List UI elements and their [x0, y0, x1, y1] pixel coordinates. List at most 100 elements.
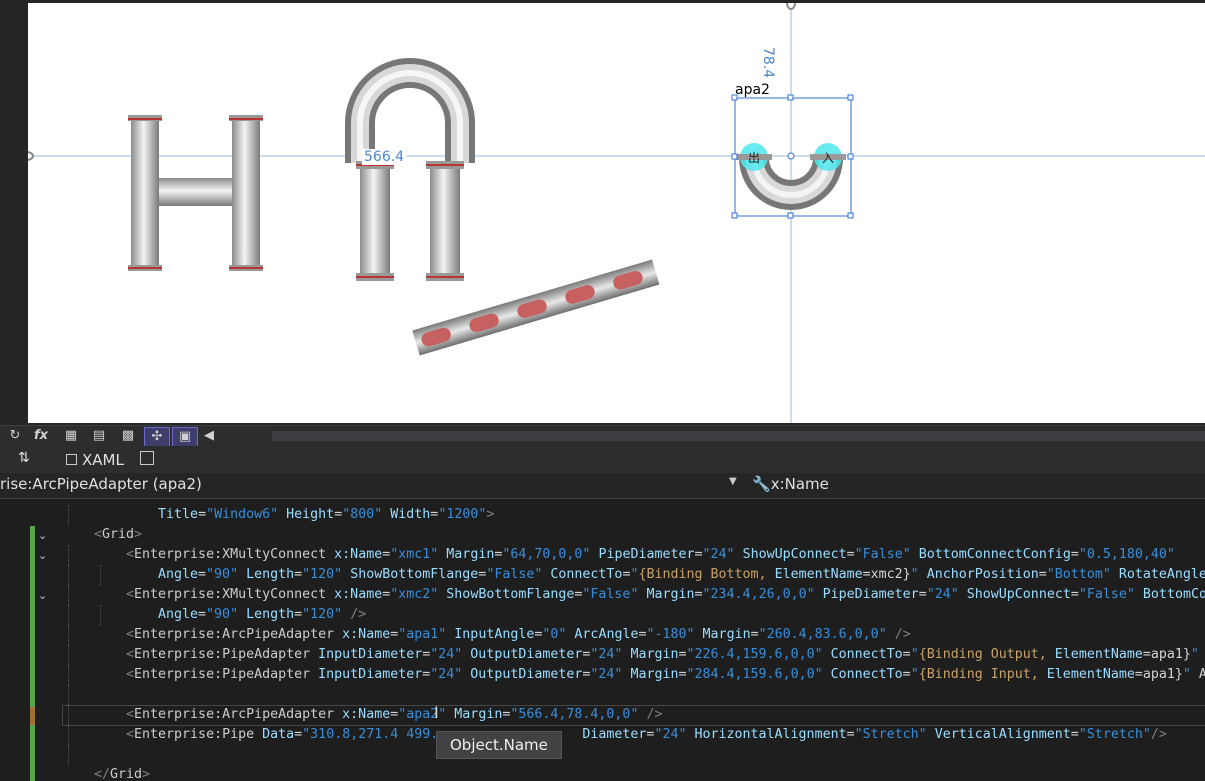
code-line[interactable]: <Enterprise:XMultyConnect x:Name="xmc1" … [126, 545, 1175, 565]
code-token: = [846, 547, 855, 562]
refresh-icon[interactable]: ↻ [6, 427, 24, 445]
code-token: < [126, 667, 135, 682]
code-token: Margin [630, 647, 679, 662]
code-token: "260.4,83.6,0,0" [758, 627, 887, 642]
fold-toggle-icon[interactable]: ⌄ [38, 549, 47, 562]
code-token: < [126, 587, 135, 602]
code-token: ShowUpConnect [742, 547, 847, 562]
output-label: 出 [748, 151, 760, 165]
horizontal-scrollbar[interactable] [272, 431, 1205, 441]
code-token: Diameter [582, 727, 647, 742]
chevron-down-icon[interactable]: ▼ [729, 476, 737, 487]
code-token: "-180" [646, 627, 695, 642]
wrench-icon: 🔧 [752, 475, 771, 493]
code-token: "120" [302, 607, 343, 622]
snap-lines-icon[interactable]: ✣ [144, 427, 170, 447]
code-token: RotateAngle [1118, 567, 1205, 582]
design-canvas[interactable]: 出 入 566.4 78.4 apa2 [28, 3, 1205, 423]
code-token: ElementName [1054, 647, 1143, 662]
artboard-icon[interactable]: ▣ [172, 427, 198, 447]
scroll-left-icon[interactable]: ◀ [202, 427, 216, 445]
code-token: Enterprise:XMultyConnect [134, 547, 327, 562]
designer-toolbar: ↻ fx ▦ ▤ ▩ ✣ ▣ ◀ [0, 425, 1205, 447]
code-line[interactable]: Title="Window6" Height="800" Width="1200… [126, 505, 494, 525]
code-token: Enterprise:ArcPipeAdapter [134, 627, 335, 642]
code-token: Enterprise:XMultyConnect [134, 587, 327, 602]
code-line[interactable]: Angle="90" Length="120" ShowBottomFlange… [158, 565, 1205, 585]
fx-icon[interactable]: fx [30, 427, 52, 445]
code-token: {Binding Bottom, [638, 567, 775, 582]
code-token: "24" [590, 667, 623, 682]
selected-element-name: apa2 [735, 82, 770, 98]
code-token: Length [246, 567, 295, 582]
code-token: AnchorPosition [926, 567, 1039, 582]
grid-snap-icon[interactable]: ▤ [88, 427, 110, 445]
indent-guide [68, 565, 69, 585]
code-token: "800" [342, 507, 383, 522]
grid-icon[interactable]: ▦ [60, 427, 82, 445]
code-token: HorizontalAlignment [694, 727, 847, 742]
code-token: =apa1} [1142, 647, 1191, 662]
code-token: "apa2" [398, 707, 447, 722]
code-token: = [294, 607, 303, 622]
code-token: BottomCo [1142, 587, 1205, 602]
code-line[interactable]: <Enterprise:PipeAdapter InputDiameter="2… [126, 645, 1199, 665]
code-token: "226.4,159.6,0,0" [686, 647, 823, 662]
code-line[interactable]: <Enterprise:XMultyConnect x:Name="xmc2" … [126, 585, 1205, 605]
tab-xaml[interactable]: XAML [60, 446, 130, 473]
fold-toggle-icon[interactable]: ⌄ [38, 529, 47, 542]
popout-icon[interactable] [140, 451, 154, 465]
code-token: ElementName [1046, 667, 1135, 682]
code-token: "Stretch" [854, 727, 927, 742]
xmulty-connect-xmc1 [128, 115, 263, 271]
checker-icon[interactable]: ▩ [117, 427, 139, 445]
code-token: "Window6" [206, 507, 279, 522]
code-line[interactable]: <Grid> [94, 525, 142, 545]
indent-guide [68, 745, 69, 765]
code-token: = [902, 647, 911, 662]
code-line[interactable]: <Enterprise:ArcPipeAdapter x:Name = "apa1"… [126, 625, 911, 645]
code-token: "566.4,78.4,0,0" [510, 707, 639, 722]
code-token: "False" [854, 547, 911, 562]
code-token: ConnectTo [830, 667, 903, 682]
code-token: "90" [206, 567, 239, 582]
code-line[interactable]: </Grid> [94, 765, 150, 781]
xaml-code-editor[interactable]: ⌄ ⌄ ⌄ Title="Window6" Height="800" Width… [0, 499, 1205, 781]
property-selector-label: x:Name [770, 475, 829, 493]
code-token: =apa1} [1134, 667, 1183, 682]
code-token: < [126, 727, 135, 742]
canvas-graphics: 出 入 [28, 3, 1205, 423]
type-selector[interactable]: rise:ArcPipeAdapter (apa2) [0, 475, 202, 493]
text-cursor-icon: I [434, 703, 439, 722]
fold-toggle-icon[interactable]: ⌄ [38, 589, 47, 602]
property-selector[interactable]: 🔧x:Name [752, 475, 829, 493]
code-line[interactable]: <Enterprise:ArcPipeAdapter x:Name="apa2"… [126, 705, 662, 725]
code-token: " [910, 647, 919, 662]
code-token: InputDiameter [318, 667, 423, 682]
indent-guide [68, 725, 69, 745]
code-token: Grid [110, 767, 143, 781]
code-token: A [1198, 667, 1205, 682]
code-token: Margin [630, 667, 679, 682]
change-tracking-bar [30, 526, 35, 781]
code-line[interactable]: Angle="90" Length="120" /> [158, 605, 366, 625]
swap-panes-icon[interactable]: ⇅ [18, 450, 30, 466]
code-line[interactable]: <Enterprise:Pipe Data="310.8,271.4 499. … [126, 725, 1167, 745]
xaml-tab-icon [66, 454, 77, 465]
code-line[interactable]: <Enterprise:PipeAdapter InputDiameter="2… [126, 665, 1205, 685]
code-token: = [694, 587, 703, 602]
code-token: {Binding Input, [918, 667, 1047, 682]
